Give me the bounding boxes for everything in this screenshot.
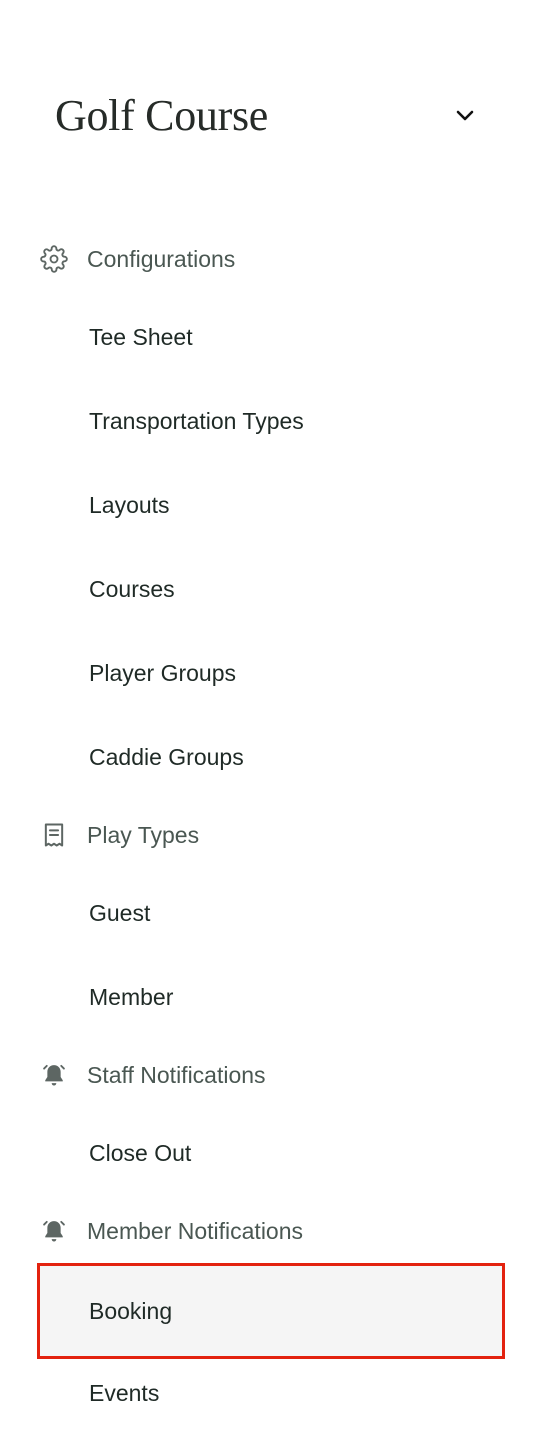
- bell-icon: [40, 1217, 68, 1245]
- section-label: Configurations: [87, 245, 236, 272]
- nav-item-label: Close Out: [89, 1139, 192, 1166]
- receipt-icon: [40, 821, 68, 849]
- nav-item-layouts[interactable]: Layouts: [40, 460, 502, 550]
- nav-item-label: Player Groups: [89, 659, 237, 686]
- nav-item-transportation-types[interactable]: Transportation Types: [40, 376, 502, 466]
- nav-item-label: Member: [89, 983, 174, 1010]
- nav-item-caddie-groups[interactable]: Caddie Groups: [40, 712, 502, 802]
- section-label: Play Types: [87, 821, 200, 848]
- nav-item-label: Transportation Types: [89, 407, 304, 434]
- section-play-types: Play Types: [40, 815, 199, 855]
- nav-item-player-groups[interactable]: Player Groups: [40, 628, 502, 718]
- nav-item-courses[interactable]: Courses: [40, 544, 502, 634]
- nav-item-events[interactable]: Events: [40, 1348, 502, 1438]
- nav-item-tee-sheet[interactable]: Tee Sheet: [40, 292, 502, 382]
- nav-item-label: Tee Sheet: [89, 323, 193, 350]
- nav-item-label: Caddie Groups: [89, 743, 244, 770]
- nav-item-close-out[interactable]: Close Out: [40, 1108, 502, 1198]
- page-title: Golf Course: [55, 91, 269, 140]
- bell-icon: [40, 1061, 68, 1089]
- section-member-notifications: Member Notifications: [40, 1211, 303, 1251]
- chevron-down-icon[interactable]: [455, 106, 475, 126]
- section-configurations: Configurations: [40, 239, 235, 279]
- section-staff-notifications: Staff Notifications: [40, 1055, 266, 1095]
- header: Golf Course: [55, 88, 495, 148]
- nav-item-label: Layouts: [89, 491, 170, 518]
- section-label: Staff Notifications: [87, 1061, 266, 1088]
- nav-item-label: Courses: [89, 575, 175, 602]
- gear-icon: [40, 245, 68, 273]
- nav-item-label: Events: [89, 1379, 160, 1406]
- nav-item-label: Guest: [89, 899, 151, 926]
- nav-item-booking[interactable]: Booking: [37, 1263, 505, 1359]
- nav-item-label: Booking: [89, 1297, 173, 1324]
- section-label: Member Notifications: [87, 1217, 304, 1244]
- nav-item-guest[interactable]: Guest: [40, 868, 502, 958]
- nav-item-member[interactable]: Member: [40, 952, 502, 1042]
